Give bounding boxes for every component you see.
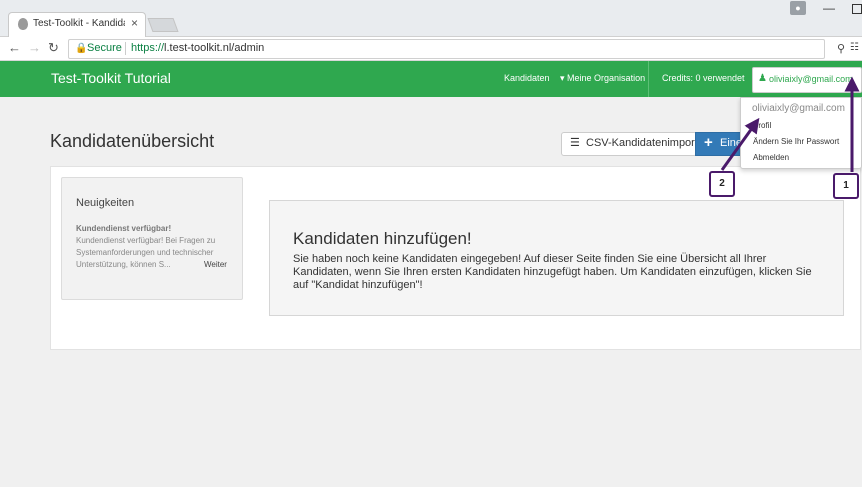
annotation-arrow-2	[720, 117, 760, 171]
annotation-callout-1: 1	[833, 173, 859, 199]
annotation-callout-2: 2	[709, 171, 735, 197]
annotation-arrows	[720, 76, 860, 172]
